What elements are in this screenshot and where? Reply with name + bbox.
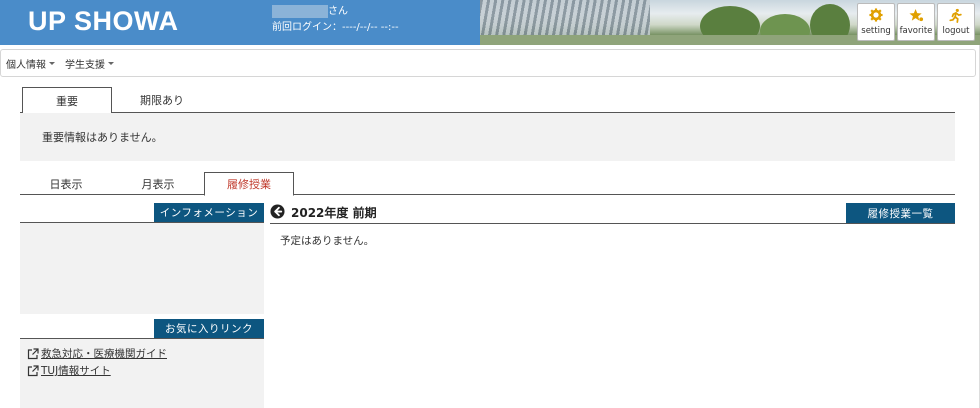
header-buttons: setting favorite logout: [857, 3, 975, 41]
tab-month-view[interactable]: 月表示: [112, 172, 204, 195]
enrolled-classes-panel: 2022年度 前期 履修授業一覧 予定はありません。: [270, 203, 955, 408]
external-link-icon: [27, 364, 39, 376]
schedule-empty-message: 予定はありません。: [280, 235, 375, 247]
external-link-icon: [27, 347, 39, 359]
user-suffix: さん: [328, 6, 348, 17]
favorite-link-emergency-guide[interactable]: 救急対応・医療機関ガイド: [27, 345, 264, 362]
logout-button[interactable]: logout: [937, 3, 975, 41]
favorite-link-tuj-site[interactable]: TUJ情報サイト: [27, 362, 264, 379]
star-icon: [908, 7, 924, 23]
menu-student-support[interactable]: 学生支援: [65, 56, 114, 71]
caret-down-icon: [49, 61, 55, 65]
sidebar: インフォメーション お気に入りリンク 救急対応・医療機関ガイド TUJ情報サイト: [20, 203, 264, 408]
favorite-button[interactable]: favorite: [897, 3, 935, 41]
setting-button[interactable]: setting: [857, 3, 895, 41]
tab-important[interactable]: 重要: [22, 87, 112, 114]
notice-tabs: 重要 期限あり: [20, 87, 955, 114]
app-logo[interactable]: UP SHOWA: [28, 6, 179, 37]
gear-icon: [868, 7, 884, 23]
menu-personal-info[interactable]: 個人情報: [6, 56, 55, 71]
schedule-view-tabs: 日表示 月表示 履修授業: [20, 172, 955, 196]
user-info: さん 前回ログイン：----/--/-- --:--: [272, 4, 399, 36]
main-menu-bar: 個人情報 学生支援: [0, 49, 976, 77]
term-title: 2022年度 前期: [291, 206, 377, 220]
app-header: UP SHOWA さん 前回ログイン：----/--/-- --:-- sett…: [0, 0, 980, 45]
user-name-redacted: [272, 4, 328, 18]
tab-day-view[interactable]: 日表示: [20, 172, 112, 195]
enrolled-classes-list-button[interactable]: 履修授業一覧: [846, 203, 955, 223]
notice-panel: 重要情報はありません。: [20, 113, 955, 161]
information-panel: [20, 223, 264, 314]
last-login-text: 前回ログイン：----/--/-- --:--: [272, 22, 399, 33]
notice-empty-message: 重要情報はありません。: [42, 131, 163, 144]
running-person-icon: [948, 7, 964, 23]
tab-enrolled-classes[interactable]: 履修授業: [204, 172, 294, 196]
favorites-panel: 救急対応・医療機関ガイド TUJ情報サイト: [20, 339, 264, 408]
information-header: インフォメーション: [154, 203, 264, 222]
favorites-header: お気に入りリンク: [154, 319, 264, 338]
back-arrow-icon[interactable]: [270, 204, 285, 219]
tab-deadline[interactable]: 期限あり: [122, 87, 202, 113]
caret-down-icon: [108, 61, 114, 65]
